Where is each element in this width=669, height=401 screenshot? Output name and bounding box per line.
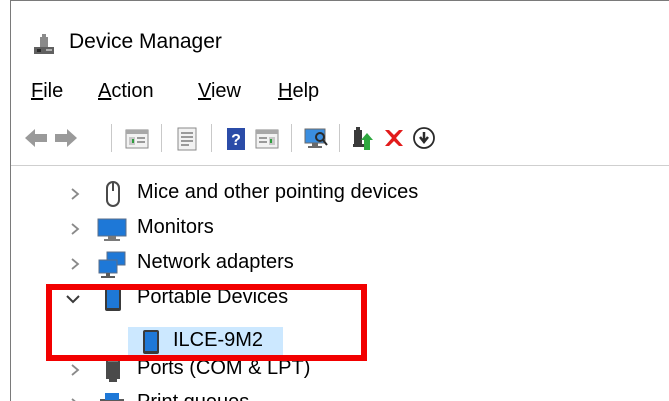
menu-label-rest: ile (43, 80, 64, 102)
tree-item-mice[interactable]: Mice and other pointing devices (11, 177, 669, 211)
tree-item-label: Network adapters (137, 251, 294, 273)
menu-accel: H (278, 80, 293, 102)
chevron-right-icon[interactable] (67, 221, 83, 237)
menu-label-rest: ction (111, 80, 154, 102)
tree-item-label: Mice and other pointing devices (137, 181, 419, 203)
tree-item-monitors[interactable]: Monitors (11, 212, 669, 246)
menu-label-rest: elp (292, 80, 320, 102)
tree-item-label: ILCE-9M2 (173, 329, 264, 351)
menu-accel: A (98, 80, 112, 102)
chevron-right-icon[interactable] (67, 256, 83, 272)
help-icon[interactable]: ? (223, 124, 249, 152)
svg-text:?: ? (231, 132, 241, 149)
tree-item-label: Print queues (137, 391, 249, 401)
tree-item-label: Portable Devices (137, 286, 289, 308)
chevron-right-icon[interactable] (67, 362, 83, 378)
disable-icon[interactable] (411, 124, 437, 152)
tree-item-network-adapters[interactable]: Network adapters (11, 247, 669, 281)
menu-accel: F (31, 80, 44, 102)
menu-accel: V (198, 80, 211, 102)
toolbar-separator (339, 124, 340, 152)
device-manager-icon (32, 34, 56, 56)
mouse-icon (100, 181, 126, 207)
portable-device-icon (103, 286, 129, 312)
menu-label-rest: iew (210, 80, 241, 102)
back-icon[interactable] (23, 124, 49, 152)
menu-action[interactable]: Action (98, 80, 154, 103)
toolbar-separator (291, 124, 292, 152)
printer-icon (97, 391, 124, 401)
menu-view[interactable]: View (198, 80, 241, 103)
chevron-down-icon[interactable] (65, 291, 81, 307)
toolbar: ? (11, 116, 669, 166)
menu-bar: File Action View Help (11, 77, 669, 109)
tree-item-ports[interactable]: Ports (COM & LPT) (11, 353, 669, 387)
uninstall-icon[interactable] (381, 124, 407, 152)
window-title: Device Manager (69, 30, 222, 53)
toolbar-separator (161, 124, 162, 152)
portable-device-icon (141, 329, 167, 355)
tree-item-label: Monitors (137, 216, 214, 238)
network-adapter-icon (97, 251, 126, 278)
properties-pane-icon[interactable] (124, 124, 150, 152)
tree-item-print-queues[interactable]: Print queues (11, 387, 669, 401)
menu-help[interactable]: Help (278, 80, 319, 103)
menu-file[interactable]: File (31, 80, 63, 103)
monitor-icon (97, 216, 127, 242)
port-icon (100, 357, 126, 383)
update-driver-icon[interactable] (351, 124, 377, 152)
chevron-right-icon[interactable] (67, 396, 83, 401)
toolbar-separator (211, 124, 212, 152)
device-manager-window: Device Manager File Action View Help ? M… (10, 0, 669, 401)
device-tree: Mice and other pointing devices Monitors… (11, 167, 669, 401)
title-bar: Device Manager (11, 1, 669, 77)
tree-item-portable-devices[interactable]: Portable Devices (11, 282, 669, 316)
forward-icon[interactable] (53, 124, 79, 152)
properties-icon[interactable] (254, 124, 280, 152)
scan-hardware-icon[interactable] (303, 124, 329, 152)
toolbar-separator (111, 124, 112, 152)
tree-item-label: Ports (COM & LPT) (137, 357, 311, 379)
chevron-right-icon[interactable] (67, 186, 83, 202)
details-icon[interactable] (174, 124, 200, 152)
